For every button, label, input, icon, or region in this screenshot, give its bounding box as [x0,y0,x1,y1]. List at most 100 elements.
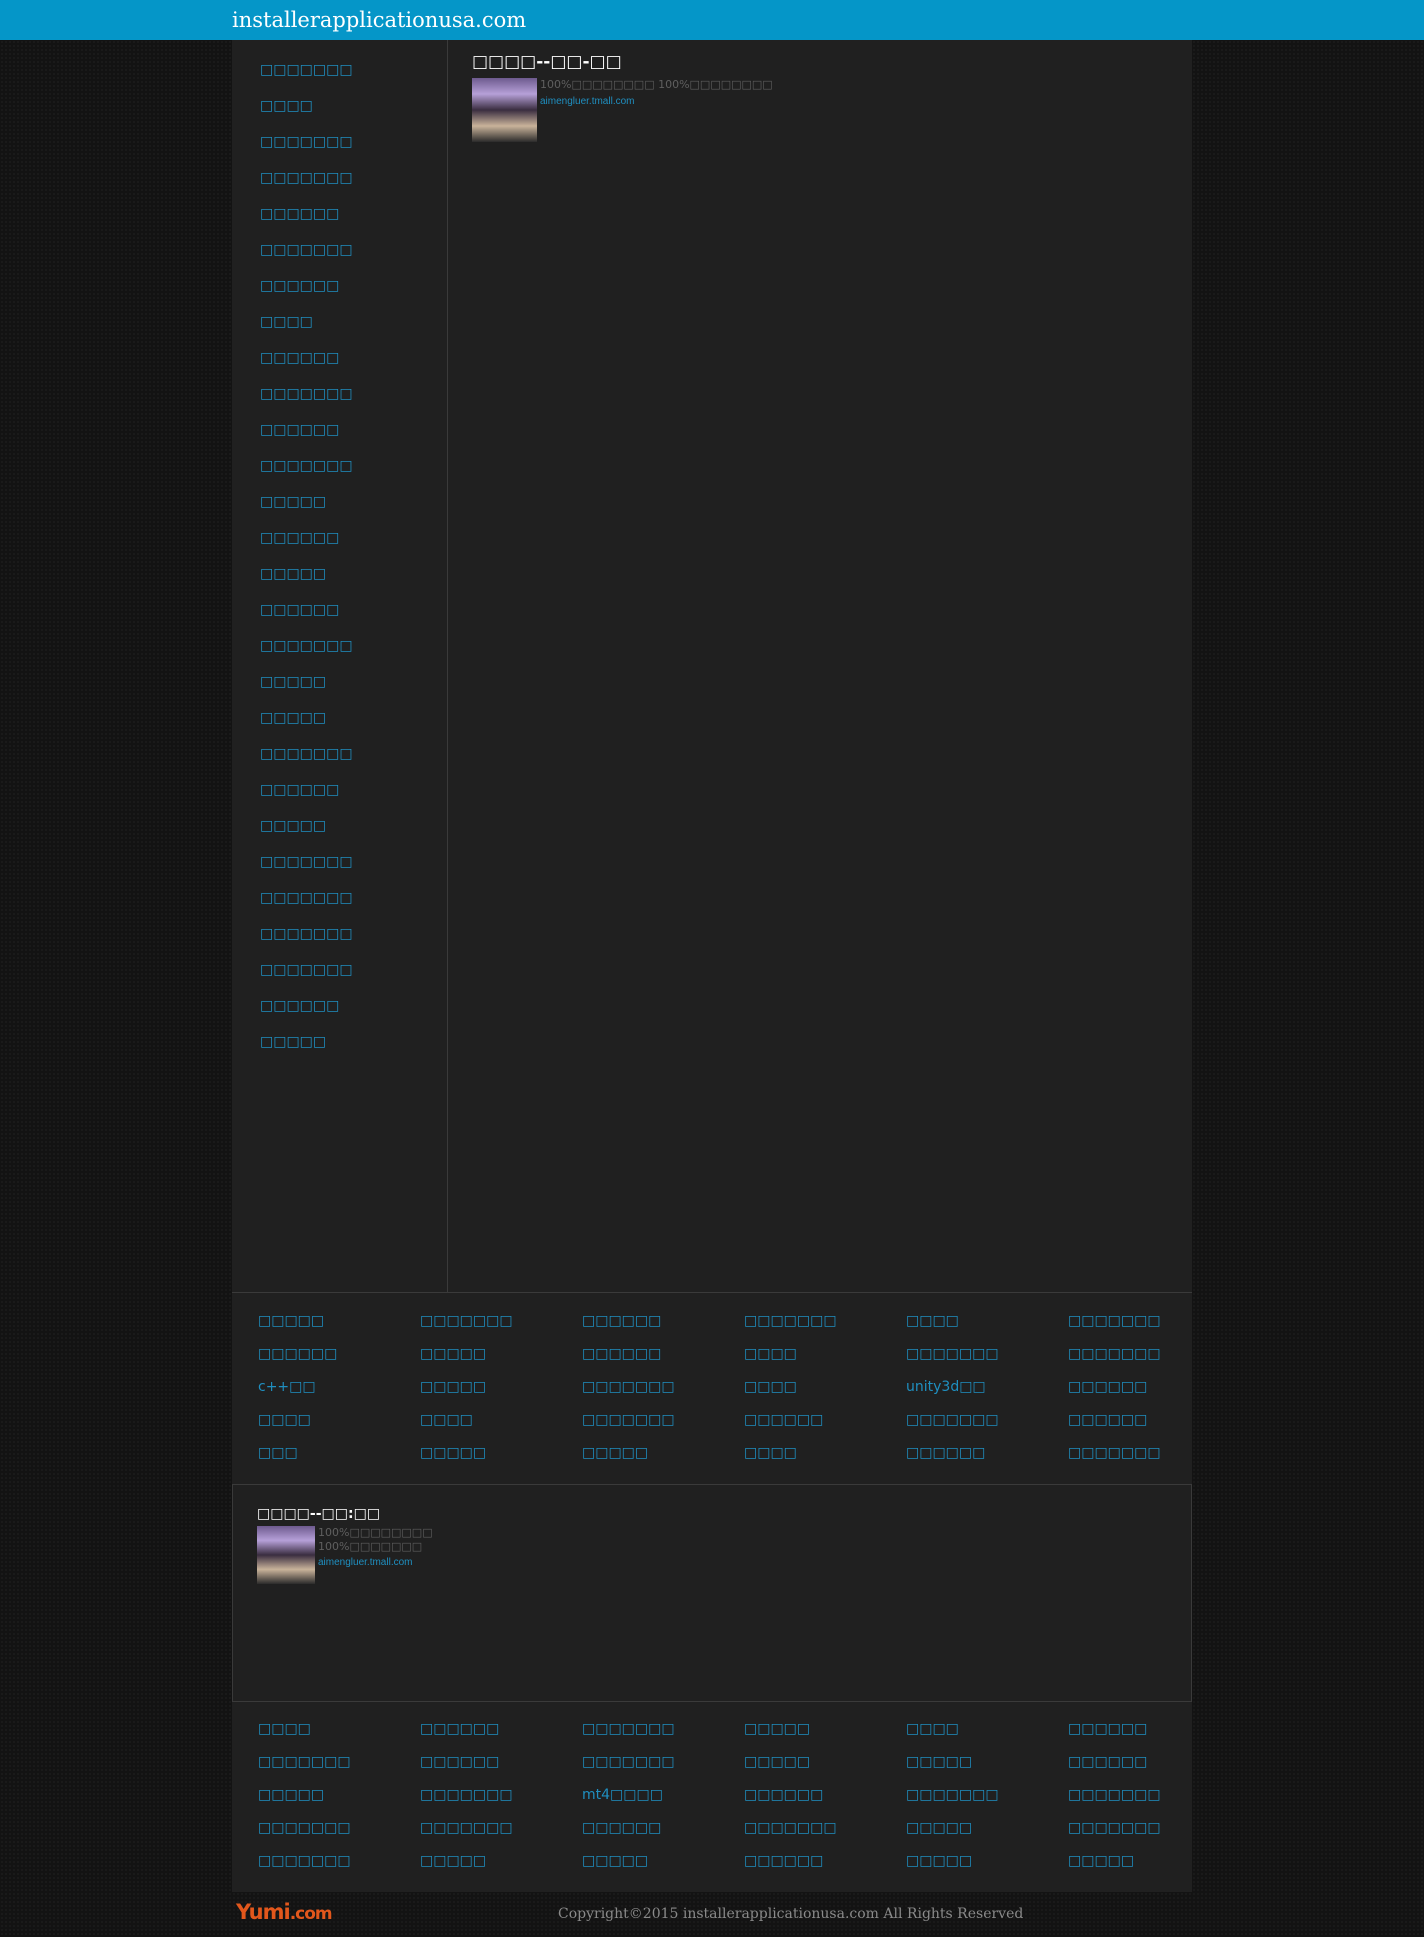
sidebar-item: □□□□ [260,304,353,340]
sidebar-link[interactable]: □□□□□ [260,494,326,510]
sidebar-link[interactable]: □□□□□□ [260,602,339,618]
yumi-logo[interactable]: Yumi.com [236,1900,333,1924]
grid-link[interactable]: □□□□□□□ [582,1371,744,1404]
sidebar-link[interactable]: □□□□□□□ [260,62,353,78]
grid-link[interactable]: □□□□□□ [420,1713,582,1746]
grid-link[interactable]: □□□□□□ [744,1404,906,1437]
secondary-ad-thumbnail-image[interactable] [257,1526,315,1584]
grid-link[interactable]: □□□□□ [258,1305,420,1338]
sidebar-item: □□□□□□ [260,340,353,376]
sidebar-link[interactable]: □□□□□□ [260,530,339,546]
grid-link[interactable]: □□□□□□ [906,1437,1068,1470]
grid-link[interactable]: □□□□□ [420,1371,582,1404]
grid-link[interactable]: □□□□ [906,1713,1068,1746]
grid-link[interactable]: □□□□□□□ [906,1404,1068,1437]
grid-link[interactable]: □□□□□ [420,1437,582,1470]
grid-link[interactable]: unity3d□□ [906,1371,1068,1404]
grid-link[interactable]: □□□□□ [258,1779,420,1812]
ad-link[interactable]: aimengluer.tmall.com [540,96,634,107]
grid-link[interactable]: □□□□□ [744,1746,906,1779]
site-title-link[interactable]: installerapplicationusa.com [232,8,526,32]
grid-link[interactable]: □□□□□ [582,1845,744,1878]
grid-link[interactable]: □□□□□□□ [1068,1779,1230,1812]
sidebar-link[interactable]: □□□□□□□ [260,242,353,258]
sidebar-link[interactable]: □□□□□□□ [260,458,353,474]
grid-link[interactable]: □□□□□□□ [258,1812,420,1845]
sidebar-link[interactable]: □□□□□□□ [260,890,353,906]
grid-link[interactable]: □□□□□□ [582,1338,744,1371]
grid-link[interactable]: □□□□□ [1068,1845,1230,1878]
sidebar-link[interactable]: □□□□□□□ [260,926,353,942]
grid-link[interactable]: □□□□□ [582,1437,744,1470]
grid-link[interactable]: □□□□□□□ [1068,1812,1230,1845]
sidebar-link[interactable]: □□□□□□ [260,278,339,294]
grid-link[interactable]: □□□□□□□ [582,1746,744,1779]
grid-link[interactable]: □□□□□□□ [258,1845,420,1878]
sidebar-link[interactable]: □□□□□ [260,1034,326,1050]
sidebar-link[interactable]: □□□□□□□ [260,746,353,762]
grid-link[interactable]: □□□□□ [420,1338,582,1371]
sidebar-link[interactable]: □□□□□□□ [260,134,353,150]
grid-link[interactable]: □□□□□□□ [1068,1338,1230,1371]
sidebar-item: □□□□□ [260,700,353,736]
sidebar-link[interactable]: □□□□□□ [260,998,339,1014]
sidebar-link[interactable]: □□□□□□ [260,422,339,438]
sidebar-link[interactable]: □□□□□□□ [260,854,353,870]
grid-link[interactable]: □□□□□□□ [1068,1437,1230,1470]
ad-thumbnail-image[interactable] [472,78,537,142]
grid-link[interactable]: □□□□ [906,1305,1068,1338]
grid-link[interactable]: □□□□□ [744,1713,906,1746]
grid-link[interactable]: □□□□□□ [1068,1404,1230,1437]
grid-link[interactable]: □□□ [258,1437,420,1470]
grid-link[interactable]: □□□□□ [906,1845,1068,1878]
sidebar-link[interactable]: □□□□ [260,98,313,114]
grid-link[interactable]: □□□□□□□ [582,1713,744,1746]
sidebar-link[interactable]: □□□□□□ [260,782,339,798]
grid-link[interactable]: □□□□□ [420,1845,582,1878]
grid-link[interactable]: □□□□□□ [1068,1371,1230,1404]
grid-link[interactable]: □□□□□□ [1068,1746,1230,1779]
grid-link[interactable]: □□□□□ [906,1746,1068,1779]
sidebar-link[interactable]: □□□□□□ [260,350,339,366]
grid-link[interactable]: □□□□□□ [258,1338,420,1371]
secondary-ad-link[interactable]: aimengluer.tmall.com [318,1557,412,1568]
grid-link[interactable]: □□□□ [744,1437,906,1470]
sidebar-link[interactable]: □□□□ [260,314,313,330]
grid-link[interactable]: □□□□□□□ [582,1404,744,1437]
grid-link[interactable]: □□□□□□□ [744,1812,906,1845]
grid-link[interactable]: □□□□□□ [1068,1713,1230,1746]
sidebar-link[interactable]: □□□□□□□ [260,386,353,402]
grid-link[interactable]: □□□□□□ [420,1746,582,1779]
sidebar-link[interactable]: □□□□□□□ [260,962,353,978]
grid-link[interactable]: □□□□□□□ [258,1746,420,1779]
sidebar-item: □□□□□ [260,808,353,844]
ad-title[interactable]: □□□□--□□-□□ [472,52,1172,72]
grid-link[interactable]: □□□□□□□ [420,1305,582,1338]
grid-link[interactable]: □□□□□□□ [1068,1305,1230,1338]
grid-link[interactable]: □□□□□□ [744,1779,906,1812]
grid-link[interactable]: □□□□ [258,1404,420,1437]
grid-link[interactable]: □□□□□□ [582,1812,744,1845]
grid-link[interactable]: □□□□□□□ [906,1779,1068,1812]
sidebar-link[interactable]: □□□□□ [260,566,326,582]
secondary-ad-title[interactable]: □□□□--□□:□□ [257,1506,380,1522]
grid-link[interactable]: □□□□□□□ [906,1338,1068,1371]
grid-link[interactable]: □□□□□ [906,1812,1068,1845]
sidebar-link[interactable]: □□□□□ [260,818,326,834]
grid-link[interactable]: □□□□□□□ [420,1779,582,1812]
grid-link[interactable]: □□□□□□□ [420,1812,582,1845]
grid-link[interactable]: c++□□ [258,1371,420,1404]
sidebar-link[interactable]: □□□□□□ [260,206,339,222]
grid-link[interactable]: □□□□□□ [582,1305,744,1338]
sidebar-link[interactable]: □□□□□□□ [260,638,353,654]
grid-link[interactable]: □□□□ [744,1371,906,1404]
grid-link[interactable]: □□□□ [420,1404,582,1437]
grid-link[interactable]: mt4□□□□ [582,1779,744,1812]
sidebar-link[interactable]: □□□□□ [260,674,326,690]
sidebar-link[interactable]: □□□□□□□ [260,170,353,186]
grid-link[interactable]: □□□□ [744,1338,906,1371]
grid-link[interactable]: □□□□□□ [744,1845,906,1878]
grid-link[interactable]: □□□□ [258,1713,420,1746]
grid-link[interactable]: □□□□□□□ [744,1305,906,1338]
sidebar-link[interactable]: □□□□□ [260,710,326,726]
